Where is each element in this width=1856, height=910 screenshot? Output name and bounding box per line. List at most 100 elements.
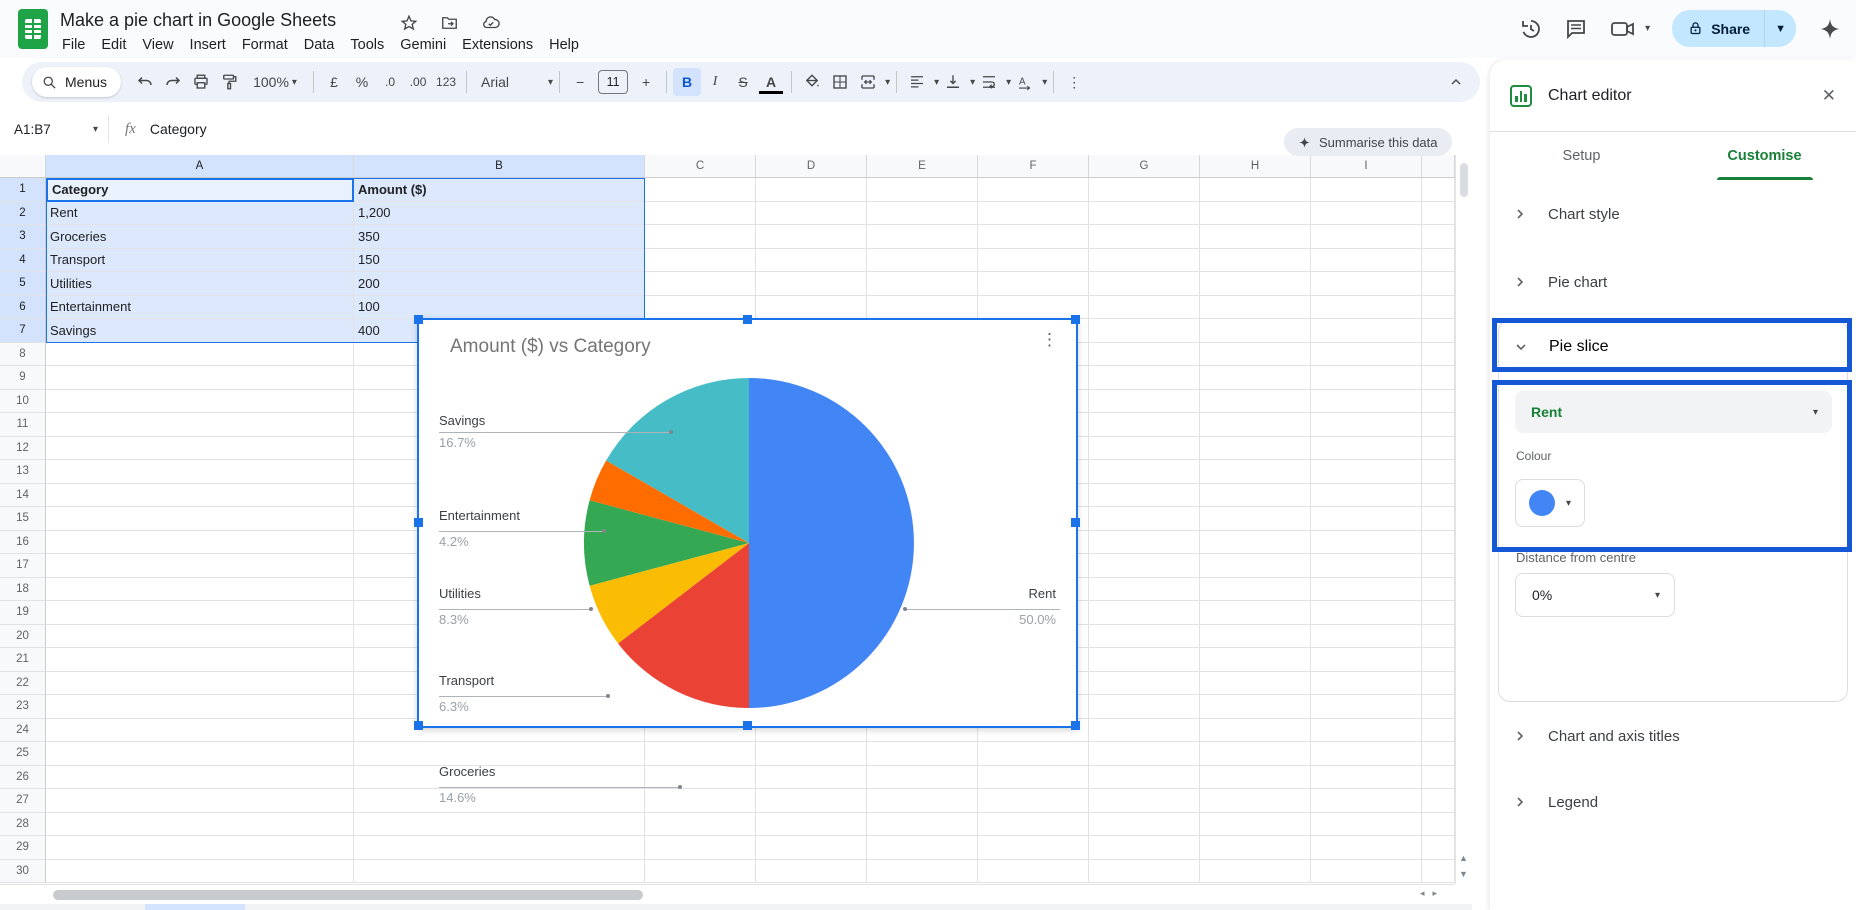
sheets-logo-icon[interactable] bbox=[18, 9, 48, 49]
cell[interactable] bbox=[46, 178, 354, 202]
cloud-status-icon[interactable] bbox=[481, 14, 501, 32]
grid-corner[interactable] bbox=[1422, 155, 1455, 178]
cell[interactable] bbox=[756, 813, 867, 837]
row-header-4[interactable]: 4 bbox=[0, 249, 46, 273]
cell[interactable] bbox=[46, 531, 354, 555]
italic-button[interactable]: I bbox=[701, 68, 729, 96]
cell[interactable] bbox=[1311, 578, 1422, 602]
chart-resize-handle[interactable] bbox=[414, 518, 423, 527]
cell[interactable] bbox=[1089, 343, 1200, 367]
cell[interactable] bbox=[1422, 484, 1455, 508]
cell[interactable] bbox=[1422, 225, 1455, 249]
font-size-input[interactable]: 11 bbox=[598, 70, 628, 94]
cell[interactable] bbox=[1200, 366, 1311, 390]
grid-corner[interactable] bbox=[0, 155, 46, 178]
cell[interactable] bbox=[1311, 319, 1422, 343]
cell[interactable] bbox=[1089, 484, 1200, 508]
cell[interactable] bbox=[867, 813, 978, 837]
cell[interactable] bbox=[1200, 343, 1311, 367]
cell[interactable] bbox=[46, 578, 354, 602]
comments-icon[interactable] bbox=[1564, 17, 1588, 41]
cell[interactable] bbox=[1311, 860, 1422, 884]
cell[interactable]: Entertainment bbox=[46, 296, 354, 320]
cell[interactable] bbox=[645, 836, 756, 860]
cell[interactable] bbox=[1089, 766, 1200, 790]
column-header-e[interactable]: E bbox=[867, 155, 978, 178]
cell[interactable] bbox=[978, 860, 1089, 884]
cell[interactable] bbox=[645, 813, 756, 837]
cell[interactable] bbox=[1200, 460, 1311, 484]
menubar-item-tools[interactable]: Tools bbox=[342, 34, 392, 56]
section-pie-chart[interactable]: Pie chart bbox=[1490, 258, 1856, 306]
share-caret-icon[interactable]: ▼ bbox=[1765, 23, 1796, 35]
cell[interactable] bbox=[1089, 507, 1200, 531]
cell[interactable] bbox=[1200, 836, 1311, 860]
cell[interactable] bbox=[1089, 272, 1200, 296]
cell[interactable] bbox=[1200, 789, 1311, 813]
row-header-8[interactable]: 8 bbox=[0, 343, 46, 367]
cell[interactable]: 200 bbox=[354, 272, 645, 296]
cell[interactable] bbox=[1422, 531, 1455, 555]
move-folder-icon[interactable] bbox=[440, 14, 459, 32]
cell[interactable] bbox=[1422, 789, 1455, 813]
cell[interactable] bbox=[978, 766, 1089, 790]
row-header-16[interactable]: 16 bbox=[0, 531, 46, 555]
cell[interactable] bbox=[867, 178, 978, 202]
cell[interactable] bbox=[978, 225, 1089, 249]
cell[interactable] bbox=[867, 249, 978, 273]
summarise-data-button[interactable]: Summarise this data bbox=[1284, 128, 1452, 156]
cell[interactable] bbox=[354, 860, 645, 884]
cell[interactable] bbox=[1422, 578, 1455, 602]
menubar-item-format[interactable]: Format bbox=[234, 34, 296, 56]
menubar-item-edit[interactable]: Edit bbox=[93, 34, 134, 56]
cell[interactable] bbox=[1311, 390, 1422, 414]
row-header-2[interactable]: 2 bbox=[0, 202, 46, 226]
text-rotation-caret-icon[interactable]: ▾ bbox=[1042, 77, 1047, 88]
cell[interactable] bbox=[46, 460, 354, 484]
cell[interactable] bbox=[645, 766, 756, 790]
cell[interactable] bbox=[1311, 178, 1422, 202]
cell[interactable]: Rent bbox=[46, 202, 354, 226]
row-header-24[interactable]: 24 bbox=[0, 719, 46, 743]
bold-button[interactable]: B bbox=[673, 68, 701, 96]
cell[interactable] bbox=[46, 343, 354, 367]
cell[interactable] bbox=[1089, 860, 1200, 884]
column-header-d[interactable]: D bbox=[756, 155, 867, 178]
cell[interactable] bbox=[645, 249, 756, 273]
cell[interactable] bbox=[756, 202, 867, 226]
cell[interactable] bbox=[1089, 390, 1200, 414]
row-header-20[interactable]: 20 bbox=[0, 625, 46, 649]
colour-picker[interactable]: ▾ bbox=[1515, 479, 1585, 527]
row-header-5[interactable]: 5 bbox=[0, 272, 46, 296]
cell[interactable] bbox=[1311, 554, 1422, 578]
cell[interactable]: 1,200 bbox=[354, 202, 645, 226]
cell[interactable] bbox=[756, 742, 867, 766]
cell[interactable] bbox=[46, 719, 354, 743]
cell[interactable] bbox=[1089, 460, 1200, 484]
cell[interactable]: 100 bbox=[354, 296, 645, 320]
cell[interactable] bbox=[1089, 319, 1200, 343]
cell[interactable] bbox=[1311, 695, 1422, 719]
cell[interactable] bbox=[1311, 766, 1422, 790]
cell[interactable] bbox=[1311, 343, 1422, 367]
cell[interactable]: 350 bbox=[354, 225, 645, 249]
cell[interactable] bbox=[1089, 296, 1200, 320]
share-button[interactable]: Share ▼ bbox=[1672, 10, 1796, 47]
chart-resize-handle[interactable] bbox=[743, 721, 752, 730]
cell[interactable] bbox=[756, 836, 867, 860]
text-wrap-button[interactable] bbox=[975, 68, 1003, 96]
cell[interactable] bbox=[46, 766, 354, 790]
cell[interactable] bbox=[1422, 601, 1455, 625]
cell[interactable] bbox=[1311, 648, 1422, 672]
cell[interactable] bbox=[46, 695, 354, 719]
cell[interactable] bbox=[1422, 366, 1455, 390]
horizontal-scrollbar-thumb[interactable] bbox=[53, 890, 643, 900]
cell[interactable]: Savings bbox=[46, 319, 354, 343]
cell[interactable] bbox=[1089, 413, 1200, 437]
pie-slice-rent[interactable] bbox=[749, 378, 914, 708]
zoom-select[interactable]: 100%▾ bbox=[243, 68, 307, 96]
row-header-6[interactable]: 6 bbox=[0, 296, 46, 320]
cell[interactable] bbox=[1200, 578, 1311, 602]
scroll-up-icon[interactable]: ▲ bbox=[1459, 853, 1468, 863]
cell[interactable] bbox=[1422, 836, 1455, 860]
